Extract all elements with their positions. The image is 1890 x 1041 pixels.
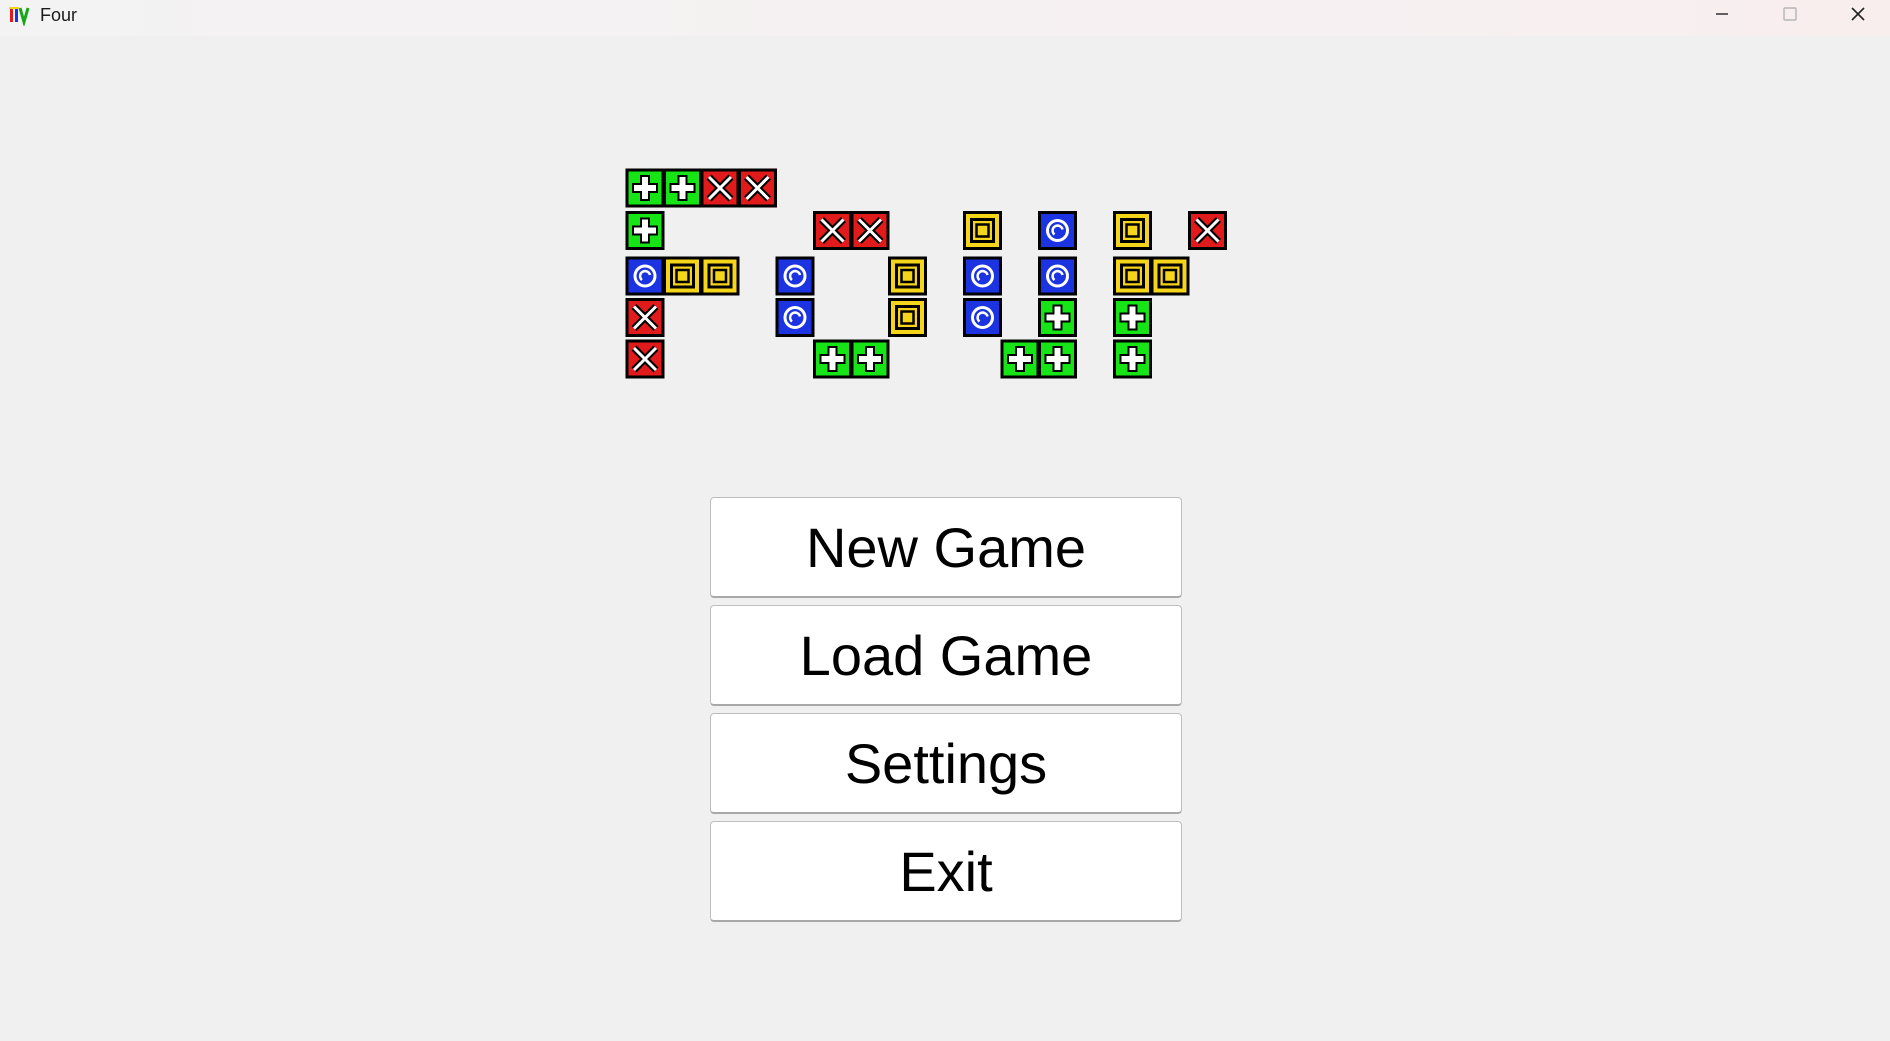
game-logo: [625, 168, 1227, 379]
logo-tile-square: [1150, 256, 1190, 296]
logo-tile-plus: [1113, 298, 1152, 337]
logo-tile-plus: [663, 168, 702, 208]
logo-tile-square: [1113, 256, 1152, 296]
logo-tile-spiral: [963, 298, 1002, 337]
logo-tile-spiral: [625, 256, 665, 296]
logo-tile-square: [700, 256, 740, 296]
load-game-button[interactable]: Load Game: [710, 605, 1182, 706]
logo-tile-square: [888, 256, 927, 296]
logo-tile-plus: [1000, 339, 1040, 379]
logo-tile-square: [663, 256, 702, 296]
logo-tile-x: [625, 298, 665, 337]
logo-tile-spiral: [1038, 256, 1077, 296]
logo-tile-square: [1113, 211, 1152, 250]
logo-tile-x: [700, 168, 740, 208]
logo-tile-square: [888, 298, 927, 337]
exit-button[interactable]: Exit: [710, 821, 1182, 922]
logo-tile-plus: [1038, 298, 1077, 337]
logo-tile-plus: [625, 211, 665, 250]
logo-tile-x: [738, 168, 777, 208]
logo-tile-plus: [1113, 339, 1152, 379]
settings-button[interactable]: Settings: [710, 713, 1182, 814]
logo-tile-plus: [850, 339, 890, 379]
logo-tile-square: [963, 211, 1002, 250]
logo-tile-plus: [625, 168, 665, 208]
logo-tile-spiral: [963, 256, 1002, 296]
logo-tile-x: [1188, 211, 1227, 250]
logo-tile-x: [813, 211, 852, 250]
new-game-button[interactable]: New Game: [710, 497, 1182, 598]
logo-tile-spiral: [775, 256, 815, 296]
logo-tile-plus: [1038, 339, 1077, 379]
logo-tile-x: [850, 211, 890, 250]
logo-tile-plus: [813, 339, 852, 379]
logo-tile-x: [625, 339, 665, 379]
logo-tile-spiral: [775, 298, 815, 337]
logo-tile-spiral: [1038, 211, 1077, 250]
